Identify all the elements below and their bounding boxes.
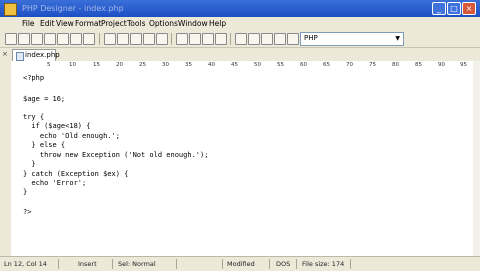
ruler-label: 20	[116, 62, 123, 68]
preview-icon[interactable]	[70, 33, 82, 45]
menu-view[interactable]: View	[56, 19, 74, 28]
copy-icon[interactable]	[117, 33, 129, 45]
save-icon[interactable]	[31, 33, 43, 45]
ruler-label: 55	[277, 62, 284, 68]
code-line: <?php	[23, 74, 45, 82]
find-next-icon[interactable]	[189, 33, 201, 45]
menu-file[interactable]: File	[22, 19, 35, 28]
status-bar: Ln 12, Col 14 Insert Sel: Normal Modifie…	[0, 256, 480, 271]
menu-bar: File Edit View Format Project Tools Opti…	[0, 17, 480, 30]
code-line: $age = 16;	[23, 95, 66, 103]
modified-indicator: Modified	[227, 260, 255, 268]
users-add-icon[interactable]	[261, 33, 273, 45]
users-remove-icon[interactable]	[274, 33, 286, 45]
code-line: echo 'Old enough.';	[23, 132, 120, 140]
menu-format[interactable]: Format	[75, 19, 101, 28]
status-divider	[296, 259, 297, 269]
ruler-label: 30	[162, 62, 169, 68]
vertical-scrollbar[interactable]	[473, 61, 480, 256]
code-editor[interactable]: <?php $age = 16; try { if ($age<18) { ec…	[11, 70, 473, 256]
save-all-icon[interactable]	[44, 33, 56, 45]
menu-project[interactable]: Project	[101, 19, 127, 28]
print-icon[interactable]	[83, 33, 95, 45]
code-line: try {	[23, 113, 45, 121]
paste-icon[interactable]	[130, 33, 142, 45]
insert-mode: Insert	[78, 260, 97, 268]
minimize-button[interactable]: _	[432, 2, 446, 15]
tab-label: index.php	[25, 51, 60, 59]
ruler-label: 95	[460, 62, 467, 68]
maximize-button[interactable]: □	[447, 2, 461, 15]
code-line: } catch (Exception $ex) {	[23, 170, 129, 178]
open-file-icon[interactable]	[18, 33, 30, 45]
ruler-label: 70	[346, 62, 353, 68]
toolbar-separator	[171, 33, 172, 45]
status-divider	[58, 259, 59, 269]
ruler-label: 50	[254, 62, 261, 68]
close-tab-icon[interactable]: ×	[2, 50, 8, 58]
ruler-label: 35	[185, 62, 192, 68]
ruler-label: 45	[231, 62, 238, 68]
close-button[interactable]: ×	[462, 2, 476, 15]
status-divider	[112, 259, 113, 269]
chevron-down-icon: ▼	[395, 35, 400, 42]
users-icon[interactable]	[248, 33, 260, 45]
bookmark-icon[interactable]	[235, 33, 247, 45]
code-line: if ($age<18) {	[23, 122, 91, 130]
selection-mode: Sel: Normal	[118, 260, 156, 268]
app-icon	[4, 3, 17, 16]
users-settings-icon[interactable]	[287, 33, 299, 45]
file-size: File size: 174	[302, 260, 345, 268]
new-file-icon[interactable]	[5, 33, 17, 45]
ruler-label: 80	[392, 62, 399, 68]
find-icon[interactable]	[176, 33, 188, 45]
cut-icon[interactable]	[104, 33, 116, 45]
ruler-label: 65	[323, 62, 330, 68]
code-line: ?>	[23, 208, 32, 216]
goto-icon[interactable]	[215, 33, 227, 45]
tab-index-php[interactable]: index.php	[12, 49, 60, 61]
toolbar-separator	[230, 33, 231, 45]
status-divider	[350, 259, 351, 269]
tab-bar: × index.php	[0, 48, 480, 61]
menu-tools[interactable]: Tools	[127, 19, 145, 28]
language-select[interactable]: PHP ▼	[300, 32, 404, 46]
ruler-label: 25	[139, 62, 146, 68]
ruler-label: 5	[47, 62, 51, 68]
redo-icon[interactable]	[156, 33, 168, 45]
php-file-icon	[16, 52, 24, 61]
menu-options[interactable]: Options	[149, 19, 178, 28]
ruler-label: 60	[300, 62, 307, 68]
ruler-label: 90	[438, 62, 445, 68]
cursor-position: Ln 12, Col 14	[4, 260, 47, 268]
code-line: }	[23, 188, 28, 196]
ruler-label: 10	[69, 62, 76, 68]
ruler-label: 15	[93, 62, 100, 68]
code-line: throw new Exception ('Not old enough.');	[23, 151, 209, 159]
close-file-icon[interactable]	[57, 33, 69, 45]
menu-help[interactable]: Help	[209, 19, 226, 28]
ruler-label: 85	[415, 62, 422, 68]
status-divider	[176, 259, 177, 269]
ruler-label: 75	[369, 62, 376, 68]
ruler-label: 40	[208, 62, 215, 68]
status-divider	[222, 259, 223, 269]
menu-edit[interactable]: Edit	[40, 19, 55, 28]
replace-icon[interactable]	[202, 33, 214, 45]
code-line: echo 'Error';	[23, 179, 87, 187]
menu-window[interactable]: Window	[178, 19, 208, 28]
editor-gutter	[0, 70, 11, 256]
undo-icon[interactable]	[143, 33, 155, 45]
status-divider	[269, 259, 270, 269]
toolbar	[0, 30, 480, 48]
window-title: PHP Designer - index.php	[22, 4, 124, 13]
code-line: }	[23, 160, 36, 168]
toolbar-separator	[99, 33, 100, 45]
code-line: } else {	[23, 141, 66, 149]
line-endings: DOS	[276, 260, 291, 268]
language-select-value: PHP	[304, 34, 318, 42]
title-bar: PHP Designer - index.php _ □ ×	[0, 0, 480, 17]
